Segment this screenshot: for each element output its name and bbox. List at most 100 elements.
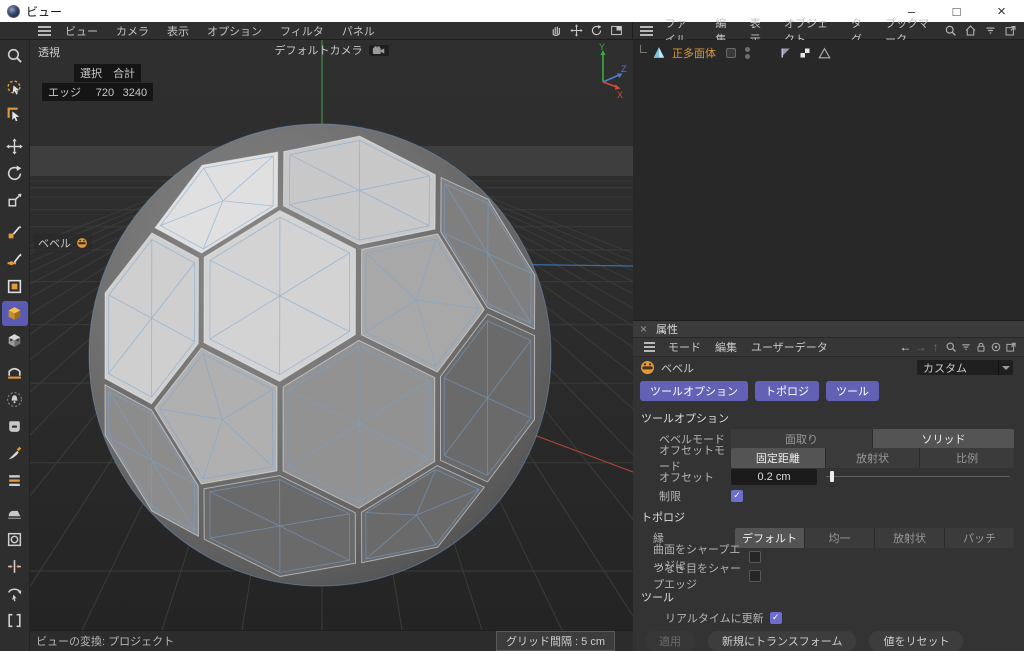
- tab-topology[interactable]: トポロジ: [755, 381, 819, 401]
- loop-cut-tool-icon[interactable]: [2, 468, 28, 493]
- attributes-menu-icon[interactable]: [639, 340, 659, 354]
- reset-values-button[interactable]: 値をリセット: [869, 631, 963, 651]
- rectangle-selection-tool-icon[interactable]: [2, 102, 28, 127]
- miter-patch[interactable]: パッチ: [945, 528, 1014, 548]
- object-row[interactable]: 正多面体: [637, 44, 1020, 61]
- menu-view[interactable]: ビュー: [56, 23, 107, 39]
- bevel-tool-icon: [76, 237, 88, 249]
- parent-up-icon[interactable]: ↑: [928, 340, 943, 354]
- offset-mode-fixed[interactable]: 固定距離: [731, 448, 825, 468]
- rotate-view-icon[interactable]: [589, 23, 604, 38]
- viewport-menu-icon[interactable]: [34, 24, 54, 38]
- limit-checkbox[interactable]: ✓: [731, 490, 743, 502]
- move-view-icon[interactable]: [569, 23, 584, 38]
- section-topology: トポロジ: [633, 505, 1024, 528]
- visibility-toggles[interactable]: [745, 47, 750, 59]
- polygon-mode-icon[interactable]: [2, 274, 28, 299]
- edit-toggle-icon[interactable]: [726, 48, 736, 58]
- realtime-row: リアルタイムに更新 ✓: [665, 610, 1024, 625]
- move-tool-icon[interactable]: [2, 134, 28, 159]
- menu-camera[interactable]: カメラ: [107, 23, 158, 39]
- camera-icon[interactable]: [369, 45, 389, 56]
- close-hole-tool-icon[interactable]: [2, 527, 28, 552]
- camera-name-label[interactable]: デフォルトカメラ: [275, 42, 363, 58]
- search-icon[interactable]: [943, 23, 958, 38]
- lock-icon[interactable]: [973, 340, 988, 355]
- filter-icon[interactable]: [983, 23, 998, 38]
- seam-sharp-checkbox[interactable]: [749, 570, 761, 582]
- apply-button[interactable]: 適用: [645, 631, 695, 651]
- track-icon[interactable]: [988, 340, 1003, 355]
- weld-tool-icon[interactable]: [2, 414, 28, 439]
- scale-tool-icon[interactable]: [2, 188, 28, 213]
- miter-radial[interactable]: 放射状: [875, 528, 944, 548]
- point-mode-icon[interactable]: [2, 220, 28, 245]
- menu-attr-userdata[interactable]: ユーザーデータ: [744, 339, 835, 355]
- preset-dropdown[interactable]: カスタム: [917, 360, 1013, 375]
- section-tool-options: ツールオプション: [633, 406, 1024, 429]
- soccer-ball-object[interactable]: [89, 124, 551, 586]
- bevel-mode-solid[interactable]: ソリッド: [873, 429, 1014, 449]
- rotate-tool-icon[interactable]: [2, 161, 28, 186]
- detach-panel-icon[interactable]: [1003, 340, 1018, 355]
- panel-close-icon[interactable]: ×: [640, 322, 647, 336]
- preset-value: カスタム: [917, 360, 998, 376]
- history-back-icon[interactable]: ←: [898, 340, 913, 354]
- menu-filter[interactable]: フィルタ: [271, 23, 333, 39]
- new-panel-icon[interactable]: [1003, 23, 1018, 38]
- menu-attr-edit[interactable]: 編集: [708, 339, 744, 355]
- model-mode-icon[interactable]: [2, 301, 28, 326]
- attr-filter-icon[interactable]: [958, 340, 973, 355]
- pan-view-icon[interactable]: [549, 23, 564, 38]
- menu-options[interactable]: オプション: [198, 23, 271, 39]
- edge-cut-tool-icon[interactable]: [2, 554, 28, 579]
- offset-mode-proportional[interactable]: 比例: [920, 448, 1014, 468]
- miter-uniform[interactable]: 均一: [805, 528, 874, 548]
- menu-panel[interactable]: パネル: [333, 23, 384, 39]
- menu-attr-mode[interactable]: モード: [661, 339, 708, 355]
- polyhedron-object-icon[interactable]: [652, 46, 666, 59]
- new-transform-button[interactable]: 新規にトランスフォーム: [708, 631, 856, 651]
- home-icon[interactable]: [963, 23, 978, 38]
- bridge-tool-icon[interactable]: [2, 360, 28, 385]
- viewport-canvas[interactable]: [30, 40, 633, 630]
- edge-mode-icon[interactable]: [2, 247, 28, 272]
- tab-tool-options[interactable]: ツールオプション: [640, 381, 748, 401]
- attr-search-icon[interactable]: [943, 340, 958, 355]
- rotate-camera-tool-icon[interactable]: [2, 581, 28, 606]
- realtime-checkbox[interactable]: ✓: [770, 612, 782, 624]
- knife-tool-icon[interactable]: [2, 441, 28, 466]
- bevel-mode-chamfer[interactable]: 面取り: [731, 429, 872, 449]
- stats-col-selected: 選択: [80, 68, 102, 80]
- texture-tag-icon[interactable]: [799, 47, 811, 59]
- selection-stats: 選択 合計 エッジ 720 3240: [42, 64, 153, 101]
- object-manager[interactable]: 正多面体: [633, 40, 1024, 321]
- selection-tag-icon[interactable]: [818, 47, 831, 59]
- round-sharp-checkbox[interactable]: [749, 551, 761, 563]
- menu-display[interactable]: 表示: [158, 23, 198, 39]
- close-button[interactable]: ×: [979, 0, 1024, 22]
- history-forward-icon[interactable]: →: [913, 340, 928, 354]
- offset-slider-handle[interactable]: [830, 471, 834, 482]
- tool-buttons-row: 適用 新規にトランスフォーム 値をリセット: [633, 628, 1024, 651]
- object-name[interactable]: 正多面体: [672, 45, 716, 61]
- soft-selection-tool-icon[interactable]: [2, 387, 28, 412]
- miter-segmented: デフォルト 均一 放射状 パッチ: [735, 528, 1014, 548]
- offset-value-field[interactable]: 0.2 cm: [731, 469, 817, 485]
- app-icon: [7, 5, 20, 18]
- offset-mode-radial[interactable]: 放射状: [826, 448, 920, 468]
- tab-tool[interactable]: ツール: [826, 381, 879, 401]
- zoom-tool-icon[interactable]: [2, 43, 28, 68]
- object-menu-icon[interactable]: [639, 24, 654, 38]
- toggle-view-icon[interactable]: [609, 23, 624, 38]
- phong-tag-icon[interactable]: [780, 47, 792, 59]
- iron-tool-icon[interactable]: [2, 500, 28, 525]
- preset-dropdown-arrow-icon[interactable]: [998, 360, 1013, 375]
- bracket-tool-icon[interactable]: [2, 608, 28, 633]
- texture-mode-icon[interactable]: [2, 328, 28, 353]
- offset-slider[interactable]: [826, 470, 1010, 483]
- stats-total-count: 3240: [117, 87, 147, 99]
- 3d-viewport[interactable]: 透視 デフォルトカメラ 選択 合計 エッジ 720 3240: [30, 40, 633, 651]
- live-selection-tool-icon[interactable]: [2, 75, 28, 100]
- offset-label: オフセット: [659, 469, 731, 485]
